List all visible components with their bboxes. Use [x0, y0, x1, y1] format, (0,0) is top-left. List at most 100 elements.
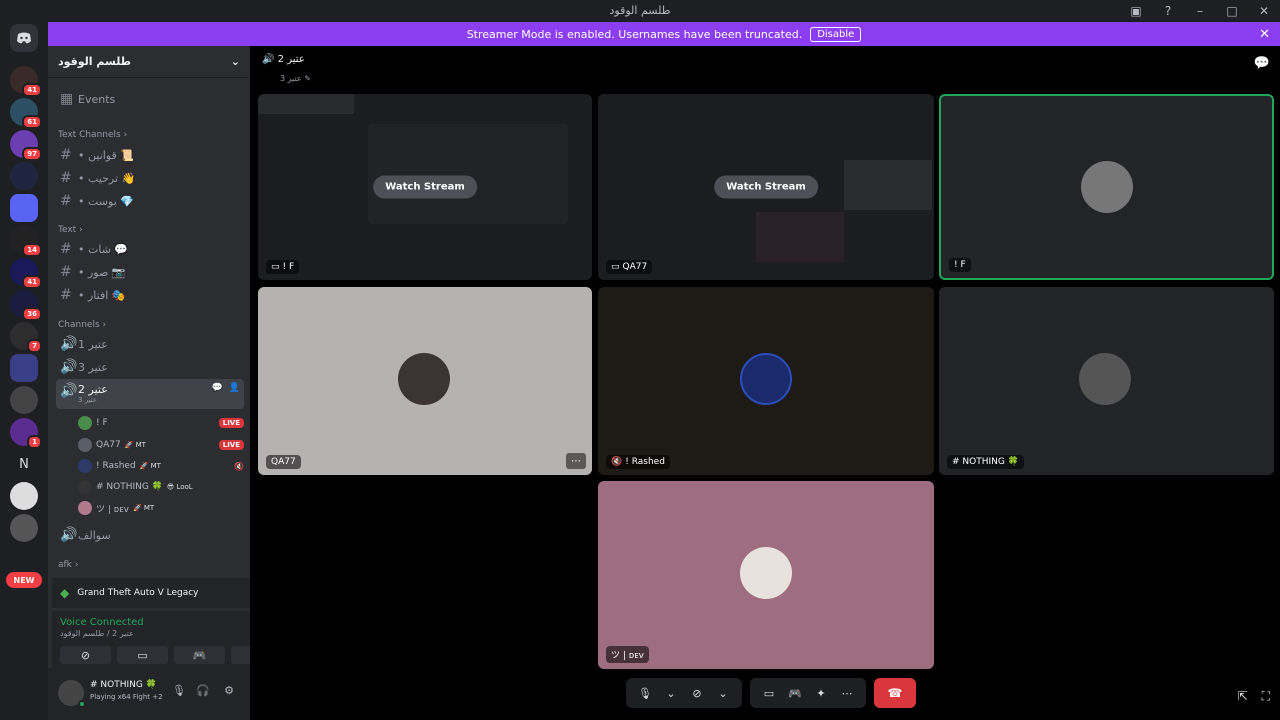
voice-channel-item-active[interactable]: 🔊 عتير 2 عتير 3 💬 👤 — [56, 379, 244, 409]
category-channels[interactable]: Channels › — [58, 320, 106, 330]
watch-stream-button[interactable]: Watch Stream — [373, 175, 477, 199]
hash-icon: # — [60, 170, 72, 186]
close-banner-icon[interactable]: ✕ — [1259, 27, 1270, 42]
disconnect-button[interactable]: ☎ — [874, 678, 916, 708]
gear-icon[interactable]: ⚙ — [224, 684, 234, 697]
server-icon[interactable]: 36 — [10, 290, 42, 321]
activities-icon[interactable]: 🎮 — [784, 682, 806, 704]
speaker-icon: 🔊 — [60, 359, 78, 375]
mute-icon: 🔇 — [611, 457, 623, 467]
activity-game: Grand Theft Auto V Legacy — [77, 588, 199, 598]
stream-preview — [368, 124, 568, 224]
events-item[interactable]: ▦ Events — [56, 88, 244, 110]
participant-tile-speaking[interactable]: ! F — [939, 94, 1274, 280]
add-user-icon[interactable]: 👤 — [229, 383, 240, 393]
server-icon[interactable] — [10, 194, 38, 222]
help-icon[interactable]: ? — [1160, 3, 1176, 19]
channel-item[interactable]: # • ترحيب 👋 — [56, 167, 244, 189]
voice-member[interactable]: ! Rashed 🚀 MT 🔇 — [78, 456, 244, 476]
category-text-channels[interactable]: Text Channels › — [58, 130, 127, 140]
user-name: # NOTHING 🍀 — [90, 680, 157, 690]
server-icon[interactable]: 61 — [10, 98, 42, 129]
discord-home-icon[interactable] — [10, 24, 38, 52]
avatar — [1081, 161, 1133, 213]
video-off-button[interactable]: ⊘ — [60, 646, 111, 664]
avatar — [78, 501, 92, 515]
stream-preview — [756, 212, 844, 262]
voice-member[interactable]: # NOTHING 🍀 😎 LooL — [78, 477, 244, 497]
disable-button[interactable]: Disable — [810, 26, 862, 42]
microphone-icon[interactable]: 🎙 — [634, 682, 656, 704]
avatar — [740, 353, 792, 405]
channel-item[interactable]: # • افتار 🎭 — [56, 284, 244, 306]
participant-tile[interactable]: QA77 ⋯ — [258, 287, 592, 475]
close-window-button[interactable]: ✕ — [1256, 3, 1272, 19]
new-badge: NEW — [6, 572, 42, 588]
chevron-down-icon[interactable]: ⌄ — [660, 682, 682, 704]
participant-tile[interactable]: # NOTHING 🍀 — [939, 287, 1274, 475]
inbox-icon[interactable]: ▣ — [1128, 3, 1144, 19]
hash-icon: # — [60, 264, 72, 280]
server-icon[interactable] — [10, 482, 38, 510]
banner-text: Streamer Mode is enabled. Usernames have… — [466, 27, 803, 41]
stream-tile[interactable]: Watch Stream ▭! F — [258, 94, 592, 280]
folder-icon[interactable] — [10, 354, 38, 382]
avatar — [78, 480, 92, 494]
minimize-button[interactable]: – — [1192, 3, 1208, 19]
camera-off-icon[interactable]: ⊘ — [686, 682, 708, 704]
activities-button[interactable]: 🎮 — [174, 646, 225, 664]
server-icon[interactable]: 14 — [10, 226, 42, 257]
voice-channel-item[interactable]: 🔊 عتير 1 — [56, 333, 244, 355]
chevron-down-icon[interactable]: ⌄ — [712, 682, 734, 704]
more-options-button[interactable]: ⋯ — [566, 453, 586, 469]
tile-label: QA77 — [266, 455, 301, 469]
channel-item[interactable]: # • شات 💬 — [56, 238, 244, 260]
channel-item[interactable]: # • قوانين 📜 — [56, 144, 244, 166]
server-icon[interactable]: 7 — [10, 322, 42, 353]
voice-member[interactable]: ! F LIVE — [78, 413, 244, 433]
stream-preview — [258, 94, 354, 114]
participant-tile[interactable]: ツ | ᴅᴇᴠ — [598, 481, 934, 669]
mic-camera-group: 🎙 ⌄ ⊘ ⌄ — [626, 678, 742, 708]
tile-label: ツ | ᴅᴇᴠ — [606, 646, 649, 663]
fullscreen-icon[interactable]: ⛶ — [1262, 689, 1270, 704]
maximize-button[interactable]: □ — [1224, 3, 1240, 19]
watch-stream-button[interactable]: Watch Stream — [714, 175, 818, 199]
server-icon[interactable]: 41 — [10, 258, 42, 289]
server-icon[interactable] — [10, 386, 38, 414]
channel-item[interactable]: # • صور 📷 — [56, 261, 244, 283]
microphone-icon[interactable]: 🎙 — [172, 684, 186, 697]
server-n-icon[interactable]: N — [10, 450, 38, 478]
channel-item[interactable]: # • بوست 💎 — [56, 190, 244, 212]
more-icon[interactable]: ⋯ — [836, 682, 858, 704]
voice-channel-item[interactable]: 🔊 عتير 3 — [56, 356, 244, 378]
popout-icon[interactable]: ⇱ — [1238, 689, 1248, 704]
chat-icon[interactable]: 💬 — [1254, 56, 1270, 71]
screen-share-button[interactable]: ▭ — [117, 646, 168, 664]
speaker-icon: 🔊 — [60, 336, 78, 352]
stream-tile[interactable]: Watch Stream ▭ QA77 — [598, 94, 934, 280]
voice-member[interactable]: ツ | ᴅᴇᴠ 🚀 MT — [78, 498, 244, 518]
headphones-icon[interactable]: 🎧 — [196, 684, 210, 697]
server-icon[interactable] — [10, 162, 38, 190]
guild-header[interactable]: طلسم الوقود ⌄ — [48, 46, 250, 78]
server-icon[interactable] — [10, 514, 38, 542]
server-list: 41 61 97 14 41 36 7 1 N NEW — [0, 22, 48, 720]
voice-location: عتير 2 / طلسم الوقود — [60, 629, 134, 638]
category-afk[interactable]: afk › — [58, 560, 78, 570]
chat-icon[interactable]: 💬 — [212, 383, 223, 393]
screen-share-icon[interactable]: ▭ — [758, 682, 780, 704]
server-icon[interactable]: 97 — [10, 130, 42, 161]
server-icon[interactable]: 1 — [10, 418, 42, 449]
soundboard-icon[interactable]: ✦ — [810, 682, 832, 704]
voice-member[interactable]: QA77 🚀 MT LIVE — [78, 435, 244, 455]
hash-icon: # — [60, 241, 72, 257]
category-text[interactable]: Text › — [58, 225, 83, 235]
voice-channel-item[interactable]: 🔊 سوالف — [56, 524, 244, 546]
participant-tile[interactable]: 🔇! Rashed — [598, 287, 934, 475]
avatar — [398, 353, 450, 405]
server-icon[interactable]: 41 — [10, 66, 42, 97]
channel-subtitle: عتير 3 ✎ — [280, 74, 311, 83]
channel-sidebar: طلسم الوقود ⌄ ▦ Events Text Channels › #… — [48, 46, 290, 720]
call-controls: 🎙 ⌄ ⊘ ⌄ ▭ 🎮 ✦ ⋯ ☎ — [626, 678, 916, 708]
